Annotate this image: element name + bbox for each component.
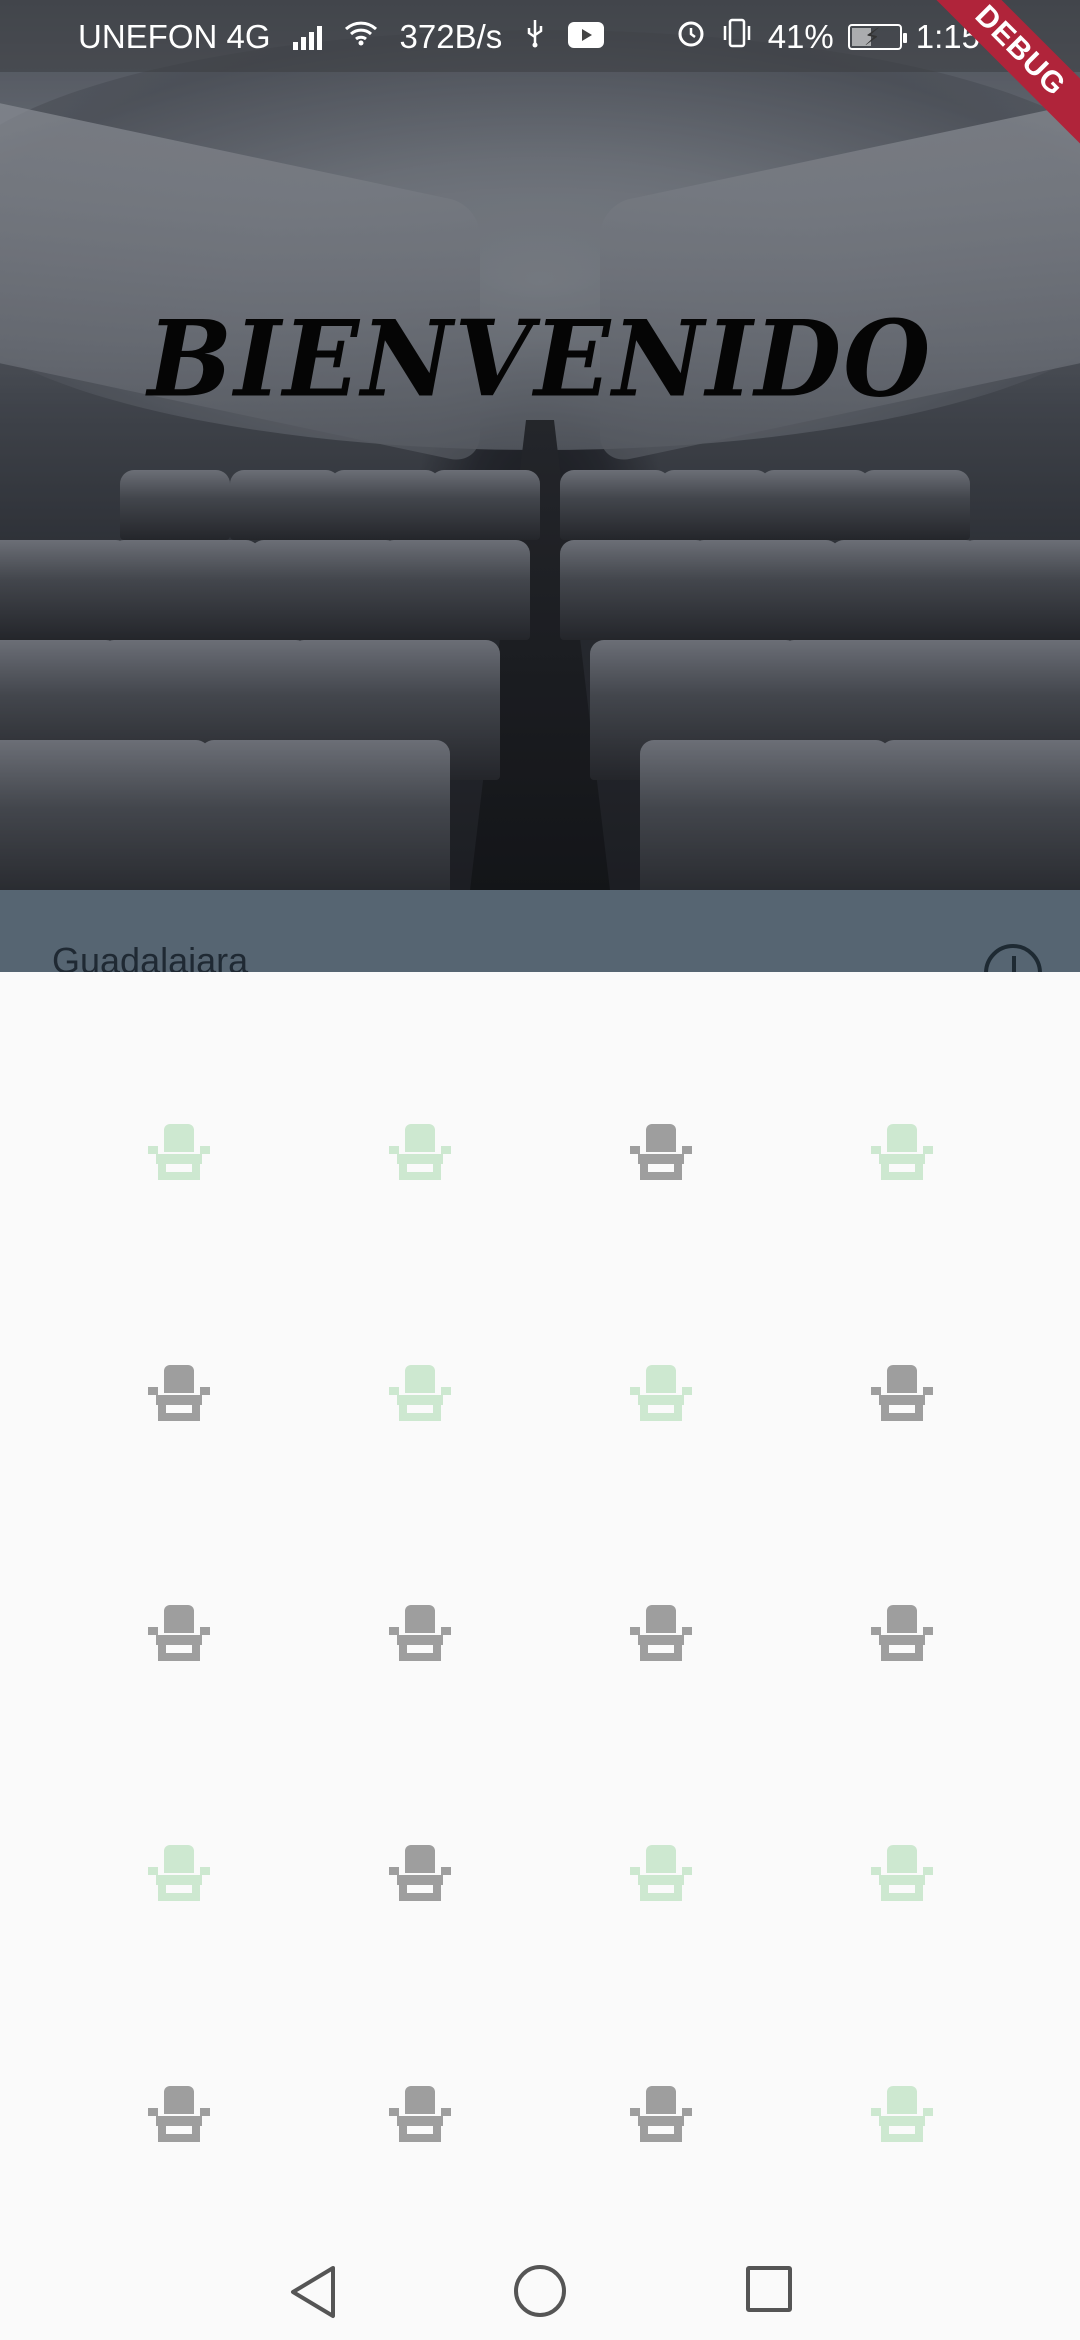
seat-occupied-icon[interactable] bbox=[148, 2086, 210, 2142]
city-dropdown[interactable]: Guadalajara bbox=[52, 940, 248, 972]
youtube-icon bbox=[568, 18, 605, 56]
seat-occupied-icon[interactable] bbox=[630, 1605, 692, 1661]
add-circle-icon[interactable] bbox=[984, 944, 1042, 972]
seat-available-icon[interactable] bbox=[871, 2086, 933, 2142]
seat-available-icon[interactable] bbox=[630, 1365, 692, 1421]
battery-percent: 41% bbox=[767, 18, 834, 55]
status-bar: UNEFON 4G 372B/s 41% ⚡ 1:15 bbox=[0, 0, 1080, 72]
seat-available-icon[interactable] bbox=[389, 1365, 451, 1421]
carrier-label: UNEFON 4G bbox=[78, 18, 271, 55]
seat-occupied-icon[interactable] bbox=[630, 2086, 692, 2142]
seat-map-sheet bbox=[0, 972, 1080, 2242]
usb-icon bbox=[524, 18, 546, 56]
seat-occupied-icon[interactable] bbox=[871, 1605, 933, 1661]
battery-icon: ⚡ bbox=[847, 24, 907, 51]
seat-available-icon[interactable] bbox=[630, 1845, 692, 1901]
seat-available-icon[interactable] bbox=[148, 1845, 210, 1901]
seat-occupied-icon[interactable] bbox=[389, 1845, 451, 1901]
home-nav-icon[interactable] bbox=[514, 2265, 566, 2317]
net-speed-label: 372B/s bbox=[399, 18, 503, 55]
seat-available-icon[interactable] bbox=[389, 1124, 451, 1180]
seat-occupied-icon[interactable] bbox=[148, 1605, 210, 1661]
seat-available-icon[interactable] bbox=[871, 1845, 933, 1901]
signal-icon bbox=[292, 24, 322, 50]
seat-occupied-icon[interactable] bbox=[148, 1365, 210, 1421]
vibrate-icon bbox=[720, 18, 754, 56]
seat-available-icon[interactable] bbox=[871, 1124, 933, 1180]
alarm-icon bbox=[676, 18, 706, 56]
seat-occupied-icon[interactable] bbox=[389, 1605, 451, 1661]
seat-occupied-icon[interactable] bbox=[630, 1124, 692, 1180]
seat-available-icon[interactable] bbox=[148, 1124, 210, 1180]
city-selector-strip[interactable]: Guadalajara bbox=[0, 890, 1080, 972]
welcome-title: BIENVENIDO bbox=[147, 297, 933, 421]
seat-occupied-icon[interactable] bbox=[389, 2086, 451, 2142]
wifi-icon bbox=[344, 20, 378, 54]
navigation-bar bbox=[0, 2242, 1080, 2340]
hero-cabin-image: BIENVENIDO bbox=[0, 0, 1080, 890]
seat-occupied-icon[interactable] bbox=[871, 1365, 933, 1421]
back-nav-icon[interactable] bbox=[287, 2262, 341, 2322]
recent-apps-nav-icon[interactable] bbox=[746, 2266, 792, 2312]
